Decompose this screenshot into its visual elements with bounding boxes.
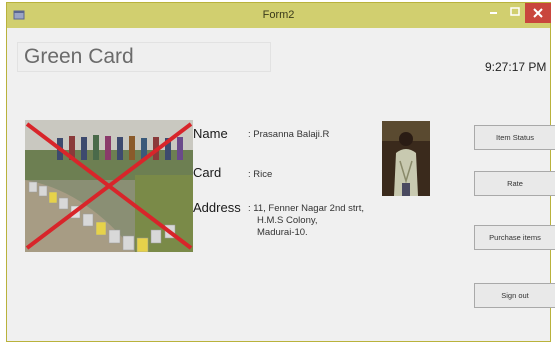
title-bar[interactable]: Form2 [7, 3, 551, 28]
window-title: Form2 [262, 9, 295, 21]
purchase-items-button[interactable]: Purchase items [474, 225, 555, 250]
heading-box: Green Card [17, 42, 271, 72]
item-status-button[interactable]: Item Status [474, 125, 555, 150]
address-line-2: H.M.S Colony, [257, 215, 318, 226]
form2-window: Form2 Green Card 9:27:17 PM Name: Prasa… [6, 2, 555, 342]
sign-out-button[interactable]: Sign out [474, 283, 555, 308]
card-label: Card [193, 165, 222, 180]
user-photo [382, 121, 430, 196]
maximize-button[interactable] [505, 3, 525, 23]
ration-queue-image [25, 120, 193, 252]
page-title: Green Card [24, 45, 134, 68]
minimize-icon [490, 12, 497, 14]
address-line-1: : 11, Fenner Nagar 2nd strt, [248, 203, 364, 214]
rate-button[interactable]: Rate [474, 171, 555, 196]
name-value: : Prasanna Balaji.R [248, 129, 330, 140]
clock-label: 9:27:17 PM [485, 60, 547, 74]
address-label: Address [193, 200, 241, 215]
card-value: : Rice [248, 169, 273, 180]
minimize-button[interactable] [483, 3, 505, 23]
name-label: Name [193, 126, 228, 141]
address-line-3: Madurai-10. [257, 227, 308, 238]
close-button[interactable] [525, 3, 551, 23]
close-icon [533, 8, 543, 18]
maximize-icon [510, 7, 520, 16]
